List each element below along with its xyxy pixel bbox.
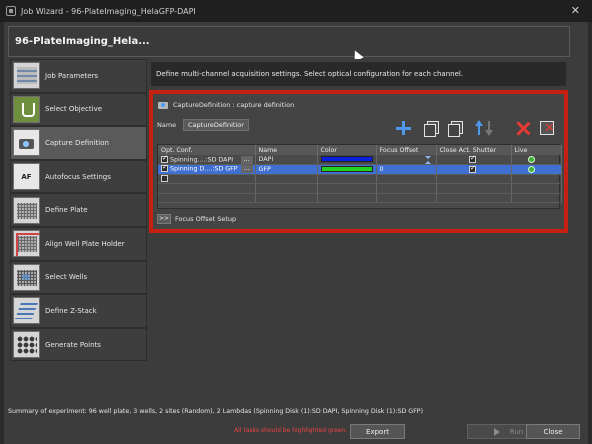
live-indicator-icon[interactable] [527, 155, 535, 163]
opt-conf-value: Spinning D....:SD GFP [170, 165, 238, 173]
opt-conf-cell[interactable]: Spinning....:SD DAPI... [158, 155, 256, 165]
experiment-summary: Summary of experiment: 96 well plate, 3 … [8, 408, 424, 415]
channel-name-cell[interactable]: DAPI [255, 155, 318, 165]
align-plate-icon [13, 230, 40, 258]
capture-definition-header: CaptureDefinition : capture definition [158, 100, 294, 109]
close-shutter-checkbox[interactable] [469, 165, 476, 173]
sidebar-item-define-plate[interactable]: Define Plate [10, 193, 147, 227]
capture-definition-panel: Define multi-channel acquisition setting… [147, 59, 570, 386]
plate-icon [13, 196, 40, 224]
focus-offset-setup-label: Focus Offset Setup [175, 215, 237, 223]
close-shutter-cell[interactable] [436, 164, 512, 175]
table-row-empty [158, 193, 562, 203]
move-down-icon[interactable] [483, 120, 499, 136]
project-header: 96-PlateImaging_Hela... [8, 26, 570, 57]
capture-name-input[interactable] [183, 119, 249, 131]
add-channel-icon[interactable] [395, 120, 411, 136]
live-indicator-icon[interactable] [527, 165, 535, 173]
channel-name-cell[interactable]: GFP [255, 164, 318, 175]
opt-conf-cell[interactable] [158, 174, 256, 184]
browse-opt-conf-button[interactable]: ... [240, 165, 253, 174]
delete-all-channels-icon[interactable] [539, 120, 555, 136]
sidebar-item-label: Autofocus Settings [45, 172, 111, 181]
close-button[interactable]: Close [526, 424, 580, 439]
table-row[interactable]: Spinning D....:SD GFP... GFP 0 [158, 164, 562, 175]
sidebar-item-generate-points[interactable]: Generate Points [10, 327, 147, 362]
title-bar: Job Wizard - 96-PlateImaging_HelaGFP-DAP… [0, 0, 592, 22]
sidebar-item-align-well-plate-holder[interactable]: Align Well Plate Holder [10, 226, 147, 261]
column-header[interactable]: Live [511, 145, 562, 155]
table-header-row: Opt. Conf. Name Color Focus Offset Close… [158, 145, 562, 155]
browse-opt-conf-button[interactable]: ... [240, 155, 253, 164]
channels-table: Opt. Conf. Name Color Focus Offset Close… [157, 144, 562, 209]
focus-offset-setup: >> Focus Offset Setup [157, 214, 236, 224]
sidebar-item-label: Capture Definition [45, 138, 109, 147]
wizard-steps-sidebar: Job Parameters Select Objective Capture … [10, 59, 147, 385]
objective-icon [13, 95, 40, 123]
autofocus-icon: AF [13, 163, 40, 191]
table-row[interactable]: Spinning....:SD DAPI... DAPI [158, 155, 562, 165]
column-header[interactable]: Color [317, 145, 377, 155]
sidebar-item-select-wells[interactable]: Select Wells [10, 260, 147, 295]
focus-offset-cell[interactable]: 0 [376, 164, 437, 175]
column-header[interactable]: Name [255, 145, 318, 155]
export-button[interactable]: Export [350, 424, 405, 439]
sidebar-item-autofocus-settings[interactable]: AF Autofocus Settings [10, 159, 147, 194]
sidebar-item-label: Job Parameters [45, 71, 99, 80]
capture-definition-box: CaptureDefinition : capture definition N… [149, 90, 568, 233]
expand-focus-offset-button[interactable]: >> [157, 214, 171, 224]
camera-icon [13, 129, 40, 157]
live-cell[interactable] [511, 155, 562, 165]
live-cell[interactable] [511, 164, 562, 175]
sidebar-item-label: Align Well Plate Holder [45, 239, 125, 248]
column-header[interactable]: Opt. Conf. [158, 145, 256, 155]
channel-toolbar [395, 118, 555, 138]
copy-channel-icon[interactable] [423, 120, 439, 137]
close-window-icon[interactable]: ✕ [571, 4, 580, 17]
project-title: 96-PlateImaging_Hela... [15, 36, 150, 47]
close-shutter-cell[interactable] [436, 155, 512, 165]
app-icon [6, 6, 16, 16]
job-parameters-icon [13, 62, 40, 90]
sidebar-item-select-objective[interactable]: Select Objective [10, 92, 147, 127]
focus-offset-cell[interactable] [376, 155, 437, 165]
select-wells-icon [13, 263, 40, 291]
z-stack-icon [13, 297, 40, 325]
channel-enable-checkbox[interactable] [161, 175, 168, 182]
play-icon [493, 427, 500, 436]
color-swatch[interactable] [320, 156, 373, 162]
camera-icon [158, 100, 169, 109]
channel-enable-checkbox[interactable] [161, 165, 168, 173]
color-cell[interactable] [317, 155, 377, 165]
paste-channel-icon[interactable] [447, 120, 463, 137]
opt-conf-value: Spinning....:SD DAPI [170, 156, 234, 163]
column-header[interactable]: Close Act. Shutter [436, 145, 512, 155]
table-row-empty [158, 183, 562, 194]
run-label: Run [509, 427, 524, 436]
table-row-empty[interactable] [158, 174, 562, 184]
color-cell[interactable] [317, 164, 377, 175]
color-swatch[interactable] [320, 165, 373, 172]
opt-conf-cell[interactable]: Spinning D....:SD GFP... [158, 164, 256, 175]
sidebar-item-label: Define Z-Stack [45, 306, 97, 315]
close-shutter-checkbox[interactable] [469, 155, 476, 163]
sidebar-item-job-parameters[interactable]: Job Parameters [10, 59, 147, 93]
sidebar-item-capture-definition[interactable]: Capture Definition [10, 126, 147, 160]
delete-channel-icon[interactable] [515, 120, 531, 136]
instructions-banner: Define multi-channel acquisition setting… [151, 62, 566, 86]
sidebar-item-define-z-stack[interactable]: Define Z-Stack [10, 294, 147, 328]
name-label: Name [157, 121, 177, 129]
sidebar-item-label: Define Plate [45, 206, 88, 215]
window-title: Job Wizard - 96-PlateImaging_HelaGFP-DAP… [21, 6, 196, 16]
points-icon [13, 331, 40, 359]
name-row: Name [157, 119, 249, 131]
column-header[interactable]: Focus Offset [376, 145, 437, 155]
sidebar-item-label: Generate Points [45, 340, 101, 349]
wizard-frame: 96-PlateImaging_Hela... Job Parameters S… [4, 22, 588, 444]
channel-enable-checkbox[interactable] [161, 155, 168, 163]
sidebar-item-label: Select Wells [45, 273, 88, 282]
spinner-icon[interactable] [424, 155, 431, 164]
sidebar-item-label: Select Objective [45, 105, 103, 114]
capture-definition-title: CaptureDefinition : capture definition [173, 100, 295, 109]
